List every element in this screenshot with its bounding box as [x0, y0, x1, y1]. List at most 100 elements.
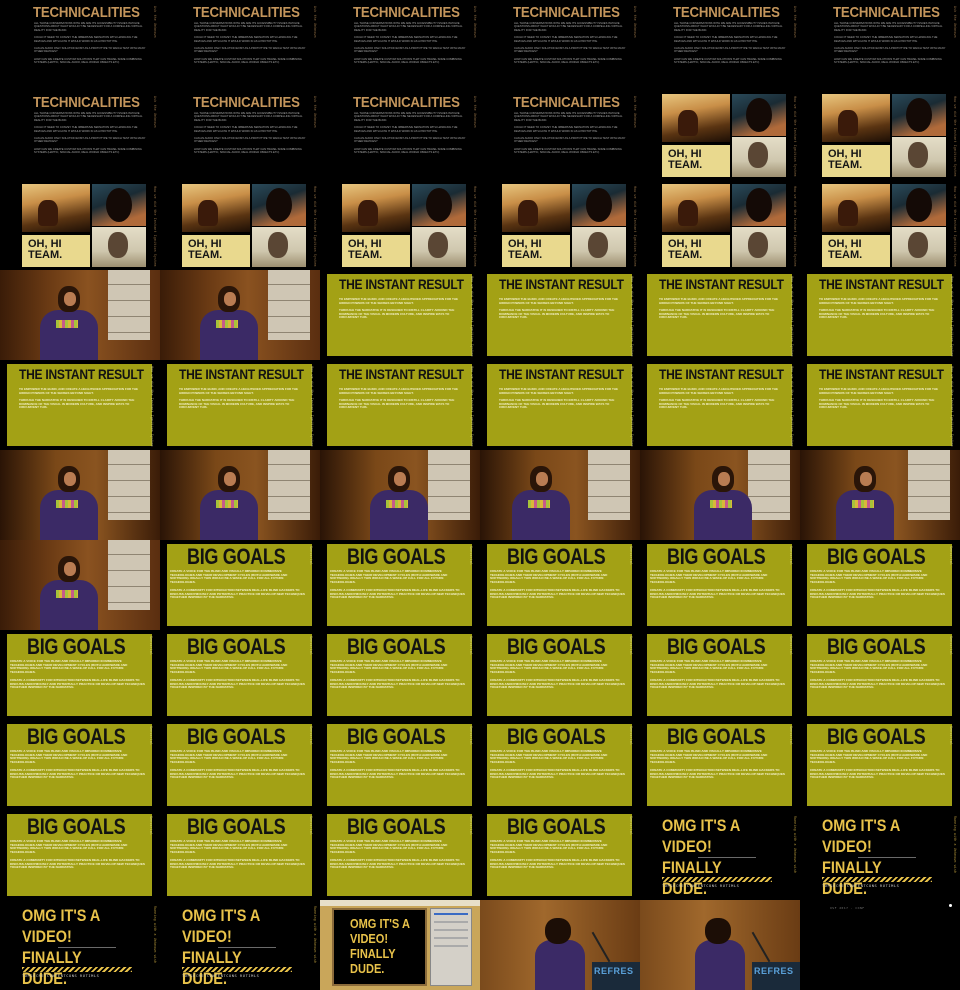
slide-title: BIG GOALS — [347, 634, 446, 659]
slide-paragraph: CAN AN AUDIO ONLY SOLUTION EXIST AS A PR… — [194, 47, 306, 54]
frame-instant-result-slide: THE INSTANT RESULT TO EMPOWER THE BLIND, … — [320, 270, 480, 360]
slide-paragraph: CREATE A VOICE FOR THE BLIND AND VISUALL… — [330, 569, 448, 585]
slide-body: ALL THOSE CONVERSATIONS WITH WE ARE ITS … — [34, 112, 146, 159]
slide-paragraph: TO EMPOWER THE BLIND, AND CREATE A HEIGH… — [19, 387, 139, 395]
slide-side-caption: Sensorial — [469, 546, 473, 566]
slide-side-caption: How we did the Instant Ignition System — [310, 366, 314, 447]
slide-paragraph: COULD IT NEED TO CONVEY THE IMMERSIVE SE… — [354, 36, 458, 43]
frame-team-collage-slide: OH, HI TEAM. How we did the Instant Ignit… — [480, 180, 640, 270]
slide-paragraph: COULD IT NEED TO CONVEY THE IMMERSIVE SE… — [674, 36, 778, 43]
slide-side-caption: How we did the Instant Ignition System — [793, 96, 797, 177]
frame-technicalities-slide: TECHNICALITIES ALL THOSE CONVERSATIONS WI… — [640, 0, 800, 90]
slide-paragraph: ALL THOSE CONVERSATIONS WITH WE ARE ITS … — [354, 112, 463, 122]
frame-screen-share: OMG IT'S A VIDEO! FINALLY DUDE. — [320, 900, 480, 990]
speaker-shirt — [40, 310, 98, 360]
frame-instant-result-slide: THE INSTANT RESULT TO EMPOWER THE BLIND, … — [800, 360, 960, 450]
slide-paragraph: THROUGH THE NARRATIVE IT IS DESIGNED TO … — [819, 398, 935, 410]
frame-video-announcement-slide: OMG IT'S A VIDEO! FINALLY DUDE. TOPSECRETCO… — [0, 900, 160, 990]
slide-paragraph: CREATE A COMMUNITY FOR INTERACTION BETWE… — [10, 767, 145, 780]
frame-speaker-photo — [0, 450, 160, 540]
slide-side-caption: How we did the Instant Ignition System — [630, 276, 634, 357]
frame-big-goals-slide: BIG GOALS CREATE A VOICE FOR THE BLIND AN… — [480, 540, 640, 630]
slide-paragraph: COULD IT NEED TO CONVEY THE IMMERSIVE SE… — [514, 126, 618, 133]
slide-title: BIG GOALS — [347, 814, 446, 839]
slide-paragraph: CREATE A COMMUNITY FOR INTERACTION BETWE… — [650, 767, 785, 780]
frame-speaker-photo — [0, 540, 160, 630]
slide-body: TO EMPOWER THE BLIND, AND CREATE A HEIGH… — [659, 387, 785, 414]
slide-body: CREATE A VOICE FOR THE BLIND AND VISUALL… — [490, 659, 626, 694]
speaker-shirt — [40, 490, 98, 540]
slide-title: THE INSTANT RESULT — [339, 366, 464, 382]
slide-side-caption: How we did the Instant Ignition System — [630, 366, 634, 447]
slide-body: CREATE A VOICE FOR THE BLIND AND VISUALL… — [170, 839, 306, 874]
slide-body: TO EMPOWER THE BLIND, AND CREATE A HEIGH… — [179, 387, 305, 414]
slide-paragraph: CREATE A COMMUNITY FOR INTERACTION BETWE… — [490, 587, 625, 600]
slide-body: TO EMPOWER THE BLIND, AND CREATE A HEIGH… — [819, 387, 945, 414]
slide-title: TECHNICALITIES — [513, 4, 620, 21]
presenter-head — [545, 918, 571, 944]
slide-paragraph: ALL THOSE CONVERSATIONS WITH WE ARE ITS … — [834, 22, 943, 32]
speaker-face — [64, 292, 76, 306]
frame-dot — [949, 904, 952, 907]
presenter — [535, 918, 585, 990]
slide-title: BIG GOALS — [827, 544, 926, 569]
speaker-shirt — [200, 490, 258, 540]
slide-title: BIG GOALS — [187, 724, 286, 749]
frame-technicalities-slide: TECHNICALITIES ALL THOSE CONVERSATIONS WI… — [320, 90, 480, 180]
slide-paragraph: CAN AN AUDIO ONLY SOLUTION EXIST AS A PR… — [674, 47, 786, 54]
slide-paragraph: TO EMPOWER THE BLIND, AND CREATE A HEIGH… — [499, 387, 619, 395]
frame-speaker-photo — [0, 270, 160, 360]
slide-side-caption: How we did the Instant Ignition System — [313, 186, 317, 267]
frame-technicalities-slide: TECHNICALITIES ALL THOSE CONVERSATIONS WI… — [160, 90, 320, 180]
slide-side-caption: How we did the Instant Ignition System — [470, 276, 474, 357]
slide-paragraph: CREATE A COMMUNITY FOR INTERACTION BETWE… — [490, 767, 625, 780]
slide-paragraph: ALL THOSE CONVERSATIONS WITH WE ARE ITS … — [194, 22, 303, 32]
slide-body: CREATE A VOICE FOR THE BLIND AND VISUALL… — [810, 569, 946, 604]
collage-caption: OH, HI TEAM. — [822, 235, 890, 267]
slide-paragraph: CREATE A COMMUNITY FOR INTERACTION BETWE… — [810, 767, 945, 780]
headline-line-2: VIDEO! — [22, 927, 72, 946]
headline-line-1: OMG IT'S A — [182, 906, 261, 925]
frame-big-goals-slide: BIG GOALS CREATE A VOICE FOR THE BLIND AN… — [640, 720, 800, 810]
frame-video-announcement-slide: OMG IT'S A VIDEO! FINALLY DUDE. TOPSECRETCO… — [800, 810, 960, 900]
slide-title: BIG GOALS — [347, 724, 446, 749]
slide-side-caption: Ask the Unknown — [793, 6, 797, 38]
slide-side-caption: How we did the Instant Ignition System — [793, 186, 797, 267]
slide-body: CREATE A VOICE FOR THE BLIND AND VISUALL… — [490, 839, 626, 874]
slide-paragraph: CREATE A VOICE FOR THE BLIND AND VISUALL… — [490, 749, 608, 765]
frame-technicalities-slide: TECHNICALITIES ALL THOSE CONVERSATIONS WI… — [480, 0, 640, 90]
microphone — [591, 931, 611, 963]
slide-paragraph: CREATE A VOICE FOR THE BLIND AND VISUALL… — [330, 839, 448, 855]
slide-paragraph: TO EMPOWER THE BLIND, AND CREATE A HEIGH… — [659, 297, 779, 305]
slide-paragraph: CREATE A COMMUNITY FOR INTERACTION BETWE… — [650, 677, 785, 690]
collage-caption: OH, HI TEAM. — [342, 235, 410, 267]
frame-big-goals-slide: BIG GOALS CREATE A VOICE FOR THE BLIND AN… — [320, 810, 480, 900]
slide-paragraph: CREATE A COMMUNITY FOR INTERACTION BETWE… — [10, 677, 145, 690]
team-photo-landscape — [822, 184, 890, 232]
slide-paragraph: CREATE A VOICE FOR THE BLIND AND VISUALL… — [490, 659, 608, 675]
speaker-shirt — [370, 490, 428, 540]
frame-video-announcement-slide: OMG IT'S A VIDEO! FINALLY DUDE. TOPSECRETCO… — [640, 810, 800, 900]
slide-body: CREATE A VOICE FOR THE BLIND AND VISUALL… — [330, 659, 466, 694]
slide-paragraph: CREATE A COMMUNITY FOR INTERACTION BETWE… — [810, 587, 945, 600]
slide-headline: OMG IT'S A VIDEO! FINALLY DUDE. — [350, 916, 427, 976]
slide-paragraph: CAN AN AUDIO ONLY SOLUTION EXIST AS A PR… — [34, 47, 146, 54]
slide-side-caption: How we did the Instant Ignition System — [953, 96, 957, 177]
hazard-stripe — [822, 877, 932, 882]
frame-instant-result-slide: THE INSTANT RESULT TO EMPOWER THE BLIND, … — [480, 360, 640, 450]
slide-paragraph: ALL THOSE CONVERSATIONS WITH WE ARE ITS … — [34, 22, 143, 32]
slide-paragraph: THROUGH THE NARRATIVE IT IS DESIGNED TO … — [339, 308, 455, 320]
slide-paragraph: CREATE A VOICE FOR THE BLIND AND VISUALL… — [810, 569, 928, 585]
slide-paragraph: CREATE A VOICE FOR THE BLIND AND VISUALL… — [650, 749, 768, 765]
slide-title: TECHNICALITIES — [673, 4, 780, 21]
team-photo-man — [92, 227, 146, 267]
slide-paragraph: THROUGH THE NARRATIVE IT IS DESIGNED TO … — [339, 398, 455, 410]
slide-paragraph: CREATE A VOICE FOR THE BLIND AND VISUALL… — [330, 659, 448, 675]
slide-side-caption: Sensorial — [309, 546, 313, 566]
frame-tiny-text: OSF 2017 · CONF — [830, 906, 865, 910]
slide-paragraph: COULD IT NEED TO CONVEY THE IMMERSIVE SE… — [354, 126, 458, 133]
speaker-face — [64, 472, 76, 486]
wall-panel — [748, 450, 790, 520]
team-photo-man — [572, 227, 626, 267]
slide-body: CREATE A VOICE FOR THE BLIND AND VISUALL… — [10, 659, 146, 694]
